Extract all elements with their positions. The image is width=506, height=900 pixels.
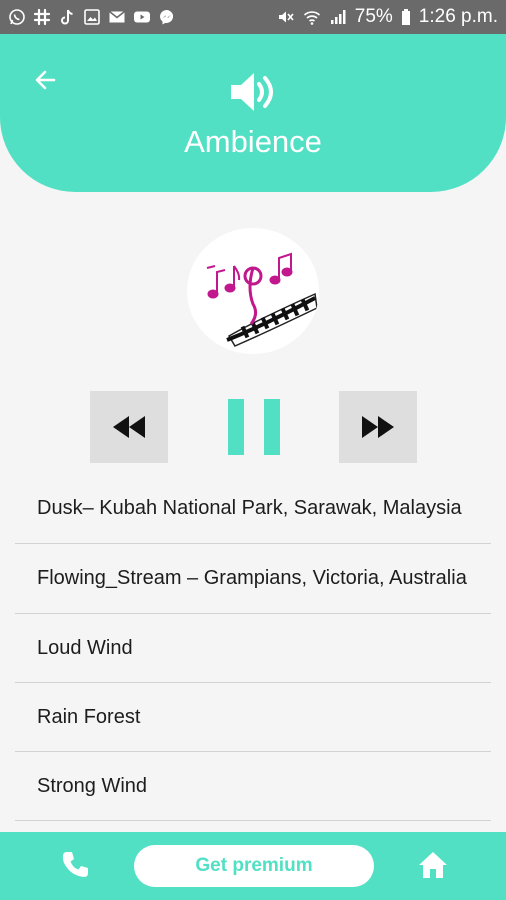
get-premium-button[interactable]: Get premium bbox=[134, 845, 374, 887]
youtube-icon bbox=[133, 8, 151, 26]
list-item[interactable]: Flowing_Stream – Grampians, Victoria, Au… bbox=[15, 544, 491, 614]
home-button[interactable] bbox=[416, 848, 450, 882]
track-title: Dusk– Kubah National Park, Sarawak, Mala… bbox=[37, 497, 462, 519]
track-title: Flowing_Stream – Grampians, Victoria, Au… bbox=[37, 567, 467, 589]
fast-forward-icon bbox=[362, 416, 394, 438]
system-status: 75% 1:26 p.m. bbox=[277, 6, 498, 28]
phone-icon bbox=[62, 852, 88, 877]
track-title: Strong Wind bbox=[37, 774, 148, 797]
wifi-icon bbox=[303, 8, 321, 26]
pause-icon-bar bbox=[264, 399, 280, 455]
list-item[interactable]: Strong Wind bbox=[15, 752, 491, 821]
list-item[interactable]: Dusk– Kubah National Park, Sarawak, Mala… bbox=[15, 474, 491, 544]
pause-button[interactable] bbox=[228, 399, 280, 455]
mute-icon bbox=[277, 8, 295, 26]
clock: 1:26 p.m. bbox=[418, 6, 498, 27]
signal-icon bbox=[329, 8, 347, 26]
rewind-button[interactable] bbox=[90, 391, 168, 463]
list-item[interactable]: Loud Wind bbox=[15, 614, 491, 683]
home-icon bbox=[419, 852, 447, 878]
track-list: Dusk– Kubah National Park, Sarawak, Mala… bbox=[15, 474, 491, 821]
list-item[interactable]: Rain Forest bbox=[15, 683, 491, 752]
track-title: Loud Wind bbox=[37, 636, 133, 659]
notification-icons bbox=[8, 8, 176, 26]
gallery-icon bbox=[83, 8, 101, 26]
phone-button[interactable] bbox=[58, 848, 92, 882]
album-art bbox=[187, 228, 319, 354]
status-bar: 75% 1:26 p.m. bbox=[0, 0, 506, 34]
messenger-icon bbox=[158, 8, 176, 26]
fast-forward-button[interactable] bbox=[339, 391, 417, 463]
mail-icon bbox=[108, 8, 126, 26]
tiktok-icon bbox=[58, 8, 76, 26]
header: Ambience bbox=[0, 34, 506, 192]
speaker-icon bbox=[228, 70, 278, 114]
battery-icon bbox=[401, 8, 411, 26]
pause-icon bbox=[228, 399, 244, 455]
music-logo-icon bbox=[206, 252, 318, 347]
bottom-bar: Get premium bbox=[0, 832, 506, 900]
page-title: Ambience bbox=[184, 124, 322, 159]
back-button[interactable] bbox=[30, 64, 62, 96]
track-title: Rain Forest bbox=[37, 705, 141, 728]
rewind-icon bbox=[113, 416, 145, 438]
whatsapp-icon bbox=[8, 8, 26, 26]
slack-icon bbox=[33, 8, 51, 26]
arrow-left-icon bbox=[35, 70, 56, 90]
battery-percent: 75% bbox=[354, 6, 393, 27]
